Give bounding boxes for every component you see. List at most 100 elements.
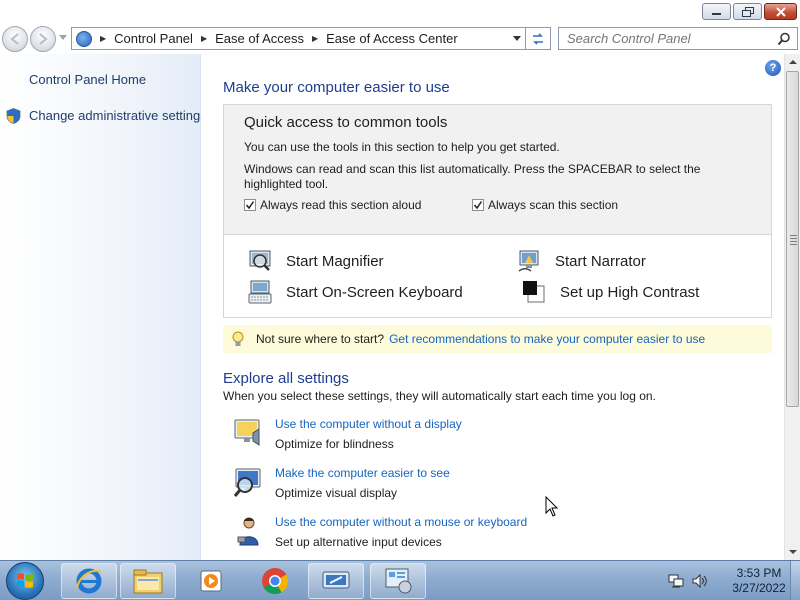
quick-access-scan-info: Windows can read and scan this list auto…: [244, 162, 701, 191]
setting-description: Optimize visual display: [275, 486, 398, 500]
quick-access-panel: Quick access to common tools You can use…: [223, 104, 772, 318]
search-box[interactable]: [558, 27, 798, 50]
taskbar-remote-desktop[interactable]: [308, 563, 364, 599]
vertical-scrollbar[interactable]: [784, 54, 800, 560]
explore-all-settings-heading: Explore all settings: [223, 370, 349, 387]
address-dropdown-button[interactable]: [513, 36, 521, 41]
clock-date[interactable]: 3/27/2022: [724, 581, 794, 596]
taskbar-chrome[interactable]: [247, 563, 303, 599]
tip-text: Not sure where to start?: [256, 332, 385, 346]
chrome-icon: [262, 568, 289, 595]
help-icon[interactable]: ?: [765, 60, 781, 76]
back-arrow-icon: [10, 33, 19, 45]
main-content: ? Make your computer easier to use Quick…: [201, 54, 784, 560]
read-aloud-label[interactable]: Always read this section aloud: [260, 198, 421, 212]
control-panel-icon: [385, 568, 412, 594]
breadcrumb-ease-of-access[interactable]: Ease of Access: [215, 31, 304, 46]
read-aloud-checkbox[interactable]: Always read this section aloud: [244, 198, 421, 212]
chevron-down-icon: [789, 550, 797, 554]
set-up-high-contrast-button[interactable]: Set up High Contrast: [522, 280, 699, 304]
taskbar-file-explorer[interactable]: [120, 563, 176, 599]
scan-section-checkbox[interactable]: Always scan this section: [472, 198, 618, 212]
navigation-bar: ▶ Control Panel ▶ Ease of Access ▶ Ease …: [0, 24, 800, 54]
back-button[interactable]: [2, 26, 28, 52]
taskbar-internet-explorer[interactable]: [61, 563, 117, 599]
volume-icon[interactable]: [691, 573, 707, 589]
search-icon[interactable]: [777, 32, 791, 46]
clock-time[interactable]: 3:53 PM: [724, 566, 794, 581]
start-on-screen-keyboard-button[interactable]: Start On-Screen Keyboard: [248, 280, 463, 304]
change-admin-settings-link[interactable]: Change administrative settings: [29, 108, 207, 123]
scroll-up-button[interactable]: [785, 54, 800, 70]
start-magnifier-button[interactable]: Start Magnifier: [248, 249, 384, 273]
windows-logo-icon: [17, 573, 33, 588]
quick-access-header: Quick access to common tools You can use…: [224, 105, 771, 235]
system-tray: 3:53 PM 3/27/2022: [664, 561, 800, 600]
breadcrumb-ease-of-access-center[interactable]: Ease of Access Center: [326, 31, 458, 46]
scrollbar-thumb[interactable]: [786, 71, 799, 407]
monitor-speaker-icon: [234, 419, 260, 446]
quick-access-title: Quick access to common tools: [244, 114, 448, 131]
setting-easier-to-see[interactable]: Make the computer easier to see Optimize…: [233, 466, 633, 506]
refresh-button[interactable]: [526, 27, 551, 50]
chevron-right-icon[interactable]: ▶: [201, 34, 207, 43]
start-narrator-label[interactable]: Start Narrator: [555, 253, 646, 270]
setting-without-display[interactable]: Use the computer without a display Optim…: [233, 417, 633, 457]
minimize-button[interactable]: [702, 3, 731, 20]
recommendation-tip-bar: Not sure where to start? Get recommendat…: [223, 325, 772, 353]
setting-link[interactable]: Use the computer without a mouse or keyb…: [275, 515, 527, 529]
setting-link[interactable]: Use the computer without a display: [275, 417, 462, 431]
close-button[interactable]: [764, 3, 797, 20]
start-osk-label[interactable]: Start On-Screen Keyboard: [286, 284, 463, 301]
chevron-right-icon[interactable]: ▶: [100, 34, 106, 43]
maximize-button[interactable]: [733, 3, 762, 20]
network-icon[interactable]: [668, 573, 684, 589]
taskbar-media-player[interactable]: [183, 563, 239, 599]
narrator-icon: [518, 250, 539, 272]
uac-shield-icon: [6, 108, 21, 124]
checkbox-checked-icon[interactable]: [244, 199, 256, 211]
checkbox-checked-icon[interactable]: [472, 199, 484, 211]
chevron-right-icon[interactable]: ▶: [312, 34, 318, 43]
start-narrator-button[interactable]: Start Narrator: [517, 249, 646, 273]
minimize-icon: [711, 12, 721, 15]
title-bar: [0, 0, 800, 24]
quick-access-intro: You can use the tools in this section to…: [244, 140, 560, 154]
start-button[interactable]: [6, 562, 44, 600]
control-panel-home-link[interactable]: Control Panel Home: [29, 72, 146, 87]
person-icon: [237, 517, 259, 546]
internet-explorer-icon: [76, 568, 102, 594]
set-up-high-contrast-label[interactable]: Set up High Contrast: [560, 284, 699, 301]
remote-desktop-icon: [322, 571, 350, 589]
forward-arrow-icon: [39, 33, 48, 45]
setting-without-mouse-keyboard[interactable]: Use the computer without a mouse or keyb…: [233, 515, 633, 555]
page-title: Make your computer easier to use: [223, 79, 450, 96]
setting-description: Optimize for blindness: [275, 437, 394, 451]
start-magnifier-label[interactable]: Start Magnifier: [286, 253, 384, 270]
close-icon: [775, 6, 786, 17]
monitor-magnifier-icon: [233, 468, 261, 497]
scan-section-label[interactable]: Always scan this section: [488, 198, 618, 212]
setting-link[interactable]: Make the computer easier to see: [275, 466, 450, 480]
scroll-down-button[interactable]: [785, 544, 800, 560]
search-input[interactable]: [567, 31, 767, 46]
forward-button[interactable]: [30, 26, 56, 52]
mouse-pointer-icon: [545, 496, 559, 517]
taskbar-control-panel[interactable]: [370, 563, 426, 599]
high-contrast-icon: [523, 281, 545, 303]
lightbulb-icon: [232, 331, 244, 346]
restore-icon: [741, 6, 754, 17]
show-desktop-button[interactable]: [790, 561, 800, 600]
chevron-up-icon: [789, 60, 797, 64]
get-recommendations-link[interactable]: Get recommendations to make your compute…: [389, 332, 705, 346]
left-navigation-pane: Control Panel Home Change administrative…: [0, 54, 207, 560]
address-bar[interactable]: ▶ Control Panel ▶ Ease of Access ▶ Ease …: [71, 27, 526, 50]
file-explorer-icon: [133, 569, 163, 594]
taskbar: 3:53 PM 3/27/2022: [0, 560, 800, 600]
system-clock[interactable]: 3:53 PM 3/27/2022: [724, 566, 794, 596]
keyboard-icon: [248, 280, 272, 304]
recent-pages-dropdown[interactable]: [59, 35, 67, 40]
breadcrumb-control-panel[interactable]: Control Panel: [114, 31, 193, 46]
grip-icon: [790, 235, 797, 247]
control-panel-icon: [76, 30, 92, 47]
